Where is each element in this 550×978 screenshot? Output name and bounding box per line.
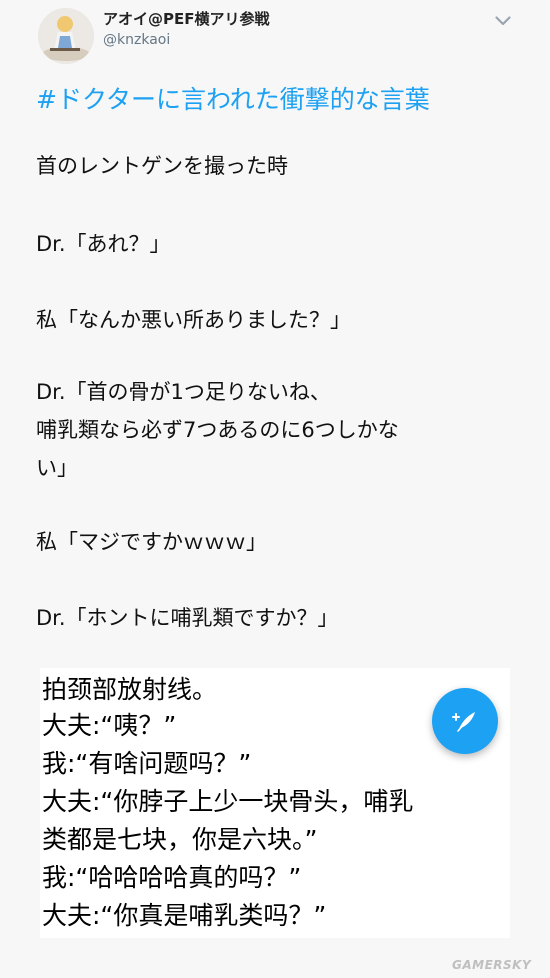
translation-line: 大夫:“咦？” [42,711,177,740]
translation-line: 大夫:“你脖子上少一块骨头，哺乳 [42,787,414,816]
tweet-text-line: 哺乳類なら必ず7つあるのに6つしかな [36,418,399,442]
tweet-header: アオイ@PEF横アリ参戦 @knzkaoi [0,0,550,72]
avatar[interactable] [38,8,94,64]
tweet-card: アオイ@PEF横アリ参戦 @knzkaoi #ドクターに言われた衝撃的な言葉 首… [0,0,550,978]
tweet-text-line: 首のレントゲンを撮った時 [36,154,288,178]
watermark: GAMERSKY [452,958,532,972]
tweet-text-line: Dr.「ホントに哺乳類ですか？」 [36,606,339,630]
chevron-down-icon [495,16,511,26]
translation-line: 拍颈部放射线。 [42,675,218,704]
tweet-text-line: Dr.「あれ？」 [36,232,171,256]
tweet-menu-button[interactable] [490,10,516,32]
tweet-text-line: 私「なんか悪い所ありました？」 [36,308,351,332]
compose-feather-icon [452,712,475,732]
translation-line: 大夫:“你真是哺乳类吗？” [42,901,327,930]
tweet-text-line: Dr.「首の骨が1つ足りないね、 [36,380,331,404]
hashtag-link[interactable]: #ドクターに言われた衝撃的な言葉 [36,80,430,116]
tweet-text-line: 私「マジですかｗｗｗ」 [36,530,267,554]
translation-line: 我:“哈哈哈哈真的吗？” [42,863,302,892]
translation-line: 类都是七块，你是六块。” [42,825,318,854]
tweet-text-line: い」 [36,456,78,480]
user-handle[interactable]: @knzkaoi [103,32,170,48]
compose-tweet-button[interactable] [432,688,498,754]
translation-line: 我:“有啥问题吗？” [42,749,252,778]
display-name[interactable]: アオイ@PEF横アリ参戦 [103,8,270,29]
